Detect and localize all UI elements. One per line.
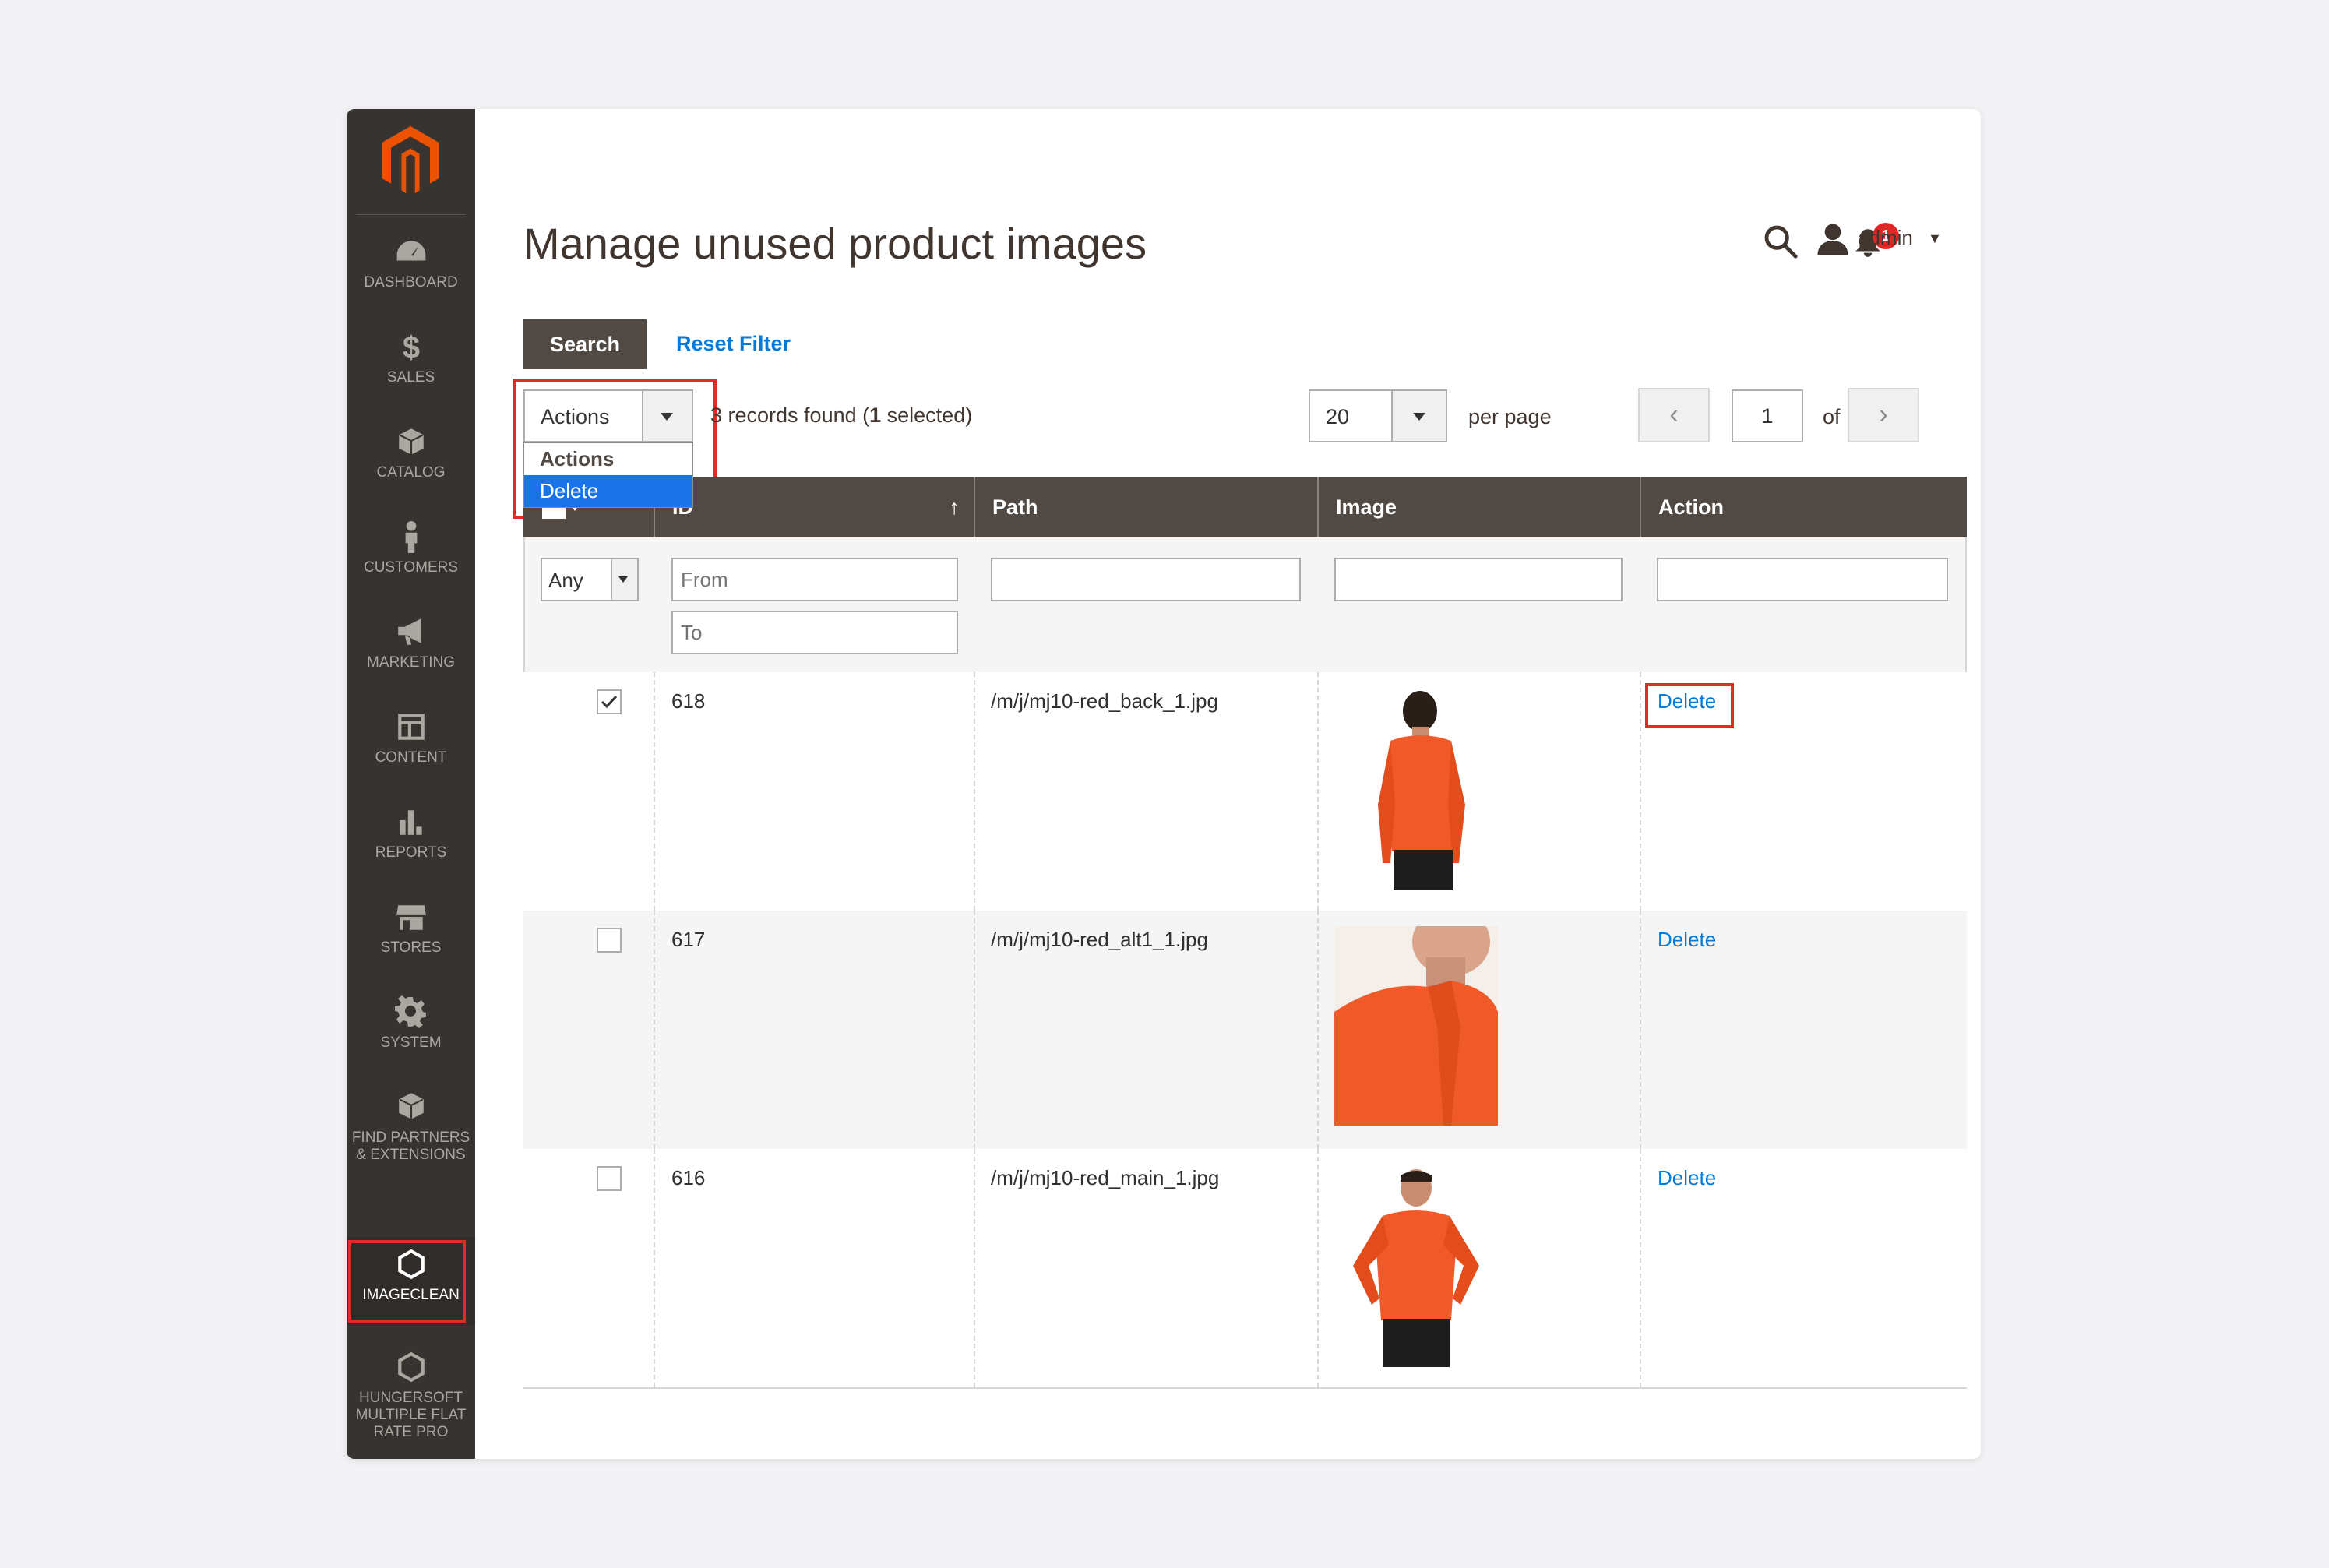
row-checkbox[interactable]: [597, 1166, 622, 1191]
image-filter-input[interactable]: [1334, 558, 1623, 601]
sidebar-item-label: SYSTEM: [380, 1034, 442, 1051]
row-checkbox[interactable]: [597, 928, 622, 953]
images-grid: ID ↑ Path Image Action Any: [523, 477, 1967, 1389]
chevron-down-icon: [618, 576, 628, 583]
previous-page-button[interactable]: ‹: [1638, 388, 1710, 442]
sidebar-item-catalog[interactable]: CATALOG: [347, 414, 475, 509]
dropdown-option-actions[interactable]: Actions: [524, 443, 692, 475]
sidebar-item-label: CUSTOMERS: [363, 559, 459, 576]
admin-sidebar: DASHBOARD $ SALES CATALOG CUSTOMERS MARK…: [347, 109, 475, 1459]
column-header-id[interactable]: ID ↑: [654, 477, 974, 537]
row-id: 617: [671, 928, 706, 951]
sidebar-item-label: DASHBOARD: [364, 274, 458, 291]
sidebar-item-sales[interactable]: $ SALES: [347, 319, 475, 414]
sidebar-item-stores[interactable]: STORES: [347, 890, 475, 985]
product-image-back: [1378, 691, 1465, 890]
path-filter-input[interactable]: [991, 558, 1301, 601]
sidebar-item-label: HUNGERSOFT MULTIPLE FLAT RATE PRO: [355, 1390, 467, 1440]
table-row: 616 /m/j/mj10-red_main_1.jpg Delete: [523, 1149, 1967, 1387]
cubes-icon: [396, 1091, 425, 1121]
svg-text:$: $: [402, 331, 419, 363]
sidebar-item-label: REPORTS: [375, 844, 447, 861]
row-path: /m/j/mj10-red_main_1.jpg: [991, 1166, 1220, 1189]
mass-select-filter[interactable]: Any: [541, 558, 639, 601]
search-icon[interactable]: [1762, 223, 1799, 260]
row-checkbox[interactable]: [597, 689, 622, 714]
gear-icon: [394, 995, 426, 1028]
per-page-label: per page: [1468, 405, 1552, 428]
dropdown-option-delete[interactable]: Delete: [524, 475, 692, 507]
id-to-input[interactable]: [671, 611, 958, 654]
delete-link[interactable]: Delete: [1658, 1166, 1716, 1190]
highlight-box-delete: [1645, 683, 1734, 728]
next-page-button[interactable]: ›: [1848, 388, 1919, 442]
product-image-closeup: [1334, 926, 1498, 1126]
page-title: Manage unused product images: [523, 219, 1147, 268]
page-number-input[interactable]: 1: [1732, 389, 1803, 442]
chevron-down-icon[interactable]: ▼: [1928, 231, 1942, 247]
chevron-down-icon: [1413, 413, 1425, 421]
sidebar-item-find-partners[interactable]: FIND PARTNERS & EXTENSIONS: [347, 1080, 475, 1181]
delete-link[interactable]: Delete: [1658, 928, 1716, 952]
sidebar-item-label: CONTENT: [375, 749, 447, 766]
product-image-front: [1353, 1169, 1479, 1367]
checkmark-icon: [601, 695, 618, 709]
sidebar-item-dashboard[interactable]: DASHBOARD: [347, 224, 475, 319]
sidebar-item-content[interactable]: CONTENT: [347, 699, 475, 795]
admin-window: DASHBOARD $ SALES CATALOG CUSTOMERS MARK…: [347, 109, 1981, 1459]
sort-ascending-icon: ↑: [949, 495, 960, 519]
id-from-input[interactable]: [671, 558, 958, 601]
store-icon: [396, 905, 426, 930]
sidebar-item-reports[interactable]: REPORTS: [347, 795, 475, 890]
row-id: 616: [671, 1166, 706, 1189]
sidebar-item-label: MARKETING: [367, 654, 455, 671]
hexagon-icon: [397, 1351, 425, 1383]
column-header-image[interactable]: Image: [1317, 477, 1640, 537]
dollar-icon: $: [402, 331, 419, 363]
records-found-text: 3 records found (1 selected): [710, 403, 973, 427]
mass-actions-dropdown: Actions Delete: [523, 442, 693, 508]
action-filter-input[interactable]: [1657, 558, 1948, 601]
reset-filter-link[interactable]: Reset Filter: [676, 332, 791, 356]
row-id: 618: [671, 689, 706, 713]
person-icon: [405, 521, 417, 553]
row-path: /m/j/mj10-red_back_1.jpg: [991, 689, 1218, 713]
chevron-right-icon: ›: [1879, 400, 1888, 429]
chevron-left-icon: ‹: [1669, 400, 1679, 429]
sidebar-item-label: SALES: [386, 369, 435, 386]
sidebar-item-label: STORES: [380, 939, 442, 956]
bar-chart-icon: [399, 810, 422, 835]
box-icon: [396, 426, 425, 457]
sidebar-item-label: FIND PARTNERS & EXTENSIONS: [351, 1129, 470, 1163]
admin-user-label[interactable]: admin: [1858, 226, 1913, 250]
selected-count: 1: [869, 403, 882, 427]
filter-row: Any: [523, 537, 1967, 673]
per-page-select[interactable]: 20: [1309, 389, 1447, 442]
row-path: /m/j/mj10-red_alt1_1.jpg: [991, 928, 1208, 951]
highlight-box-imageclean: [348, 1240, 466, 1323]
megaphone-icon: [397, 618, 421, 645]
dashboard-icon: [396, 241, 425, 261]
sidebar-item-hungersoft[interactable]: HUNGERSOFT MULTIPLE FLAT RATE PRO: [347, 1340, 475, 1457]
sidebar-item-label: CATALOG: [376, 464, 446, 481]
column-header-action[interactable]: Action: [1640, 477, 1967, 537]
magento-logo-icon[interactable]: [368, 123, 453, 198]
sidebar-item-customers[interactable]: CUSTOMERS: [347, 509, 475, 604]
user-icon[interactable]: [1815, 221, 1851, 257]
sidebar-divider: [356, 214, 466, 215]
table-row: 617 /m/j/mj10-red_alt1_1.jpg Delete: [523, 911, 1967, 1149]
sidebar-item-marketing[interactable]: MARKETING: [347, 604, 475, 699]
dropdown-toggle[interactable]: [1391, 391, 1446, 441]
main-content: Manage unused product images 1 admin ▼ S…: [475, 109, 1981, 1459]
sidebar-item-system[interactable]: SYSTEM: [347, 985, 475, 1080]
column-header-path[interactable]: Path: [974, 477, 1317, 537]
table-row: 618 /m/j/mj10-red_back_1.jpg Delete: [523, 672, 1967, 911]
layout-icon: [397, 714, 425, 740]
per-page-value: 20: [1326, 405, 1350, 428]
search-button[interactable]: Search: [523, 319, 647, 369]
